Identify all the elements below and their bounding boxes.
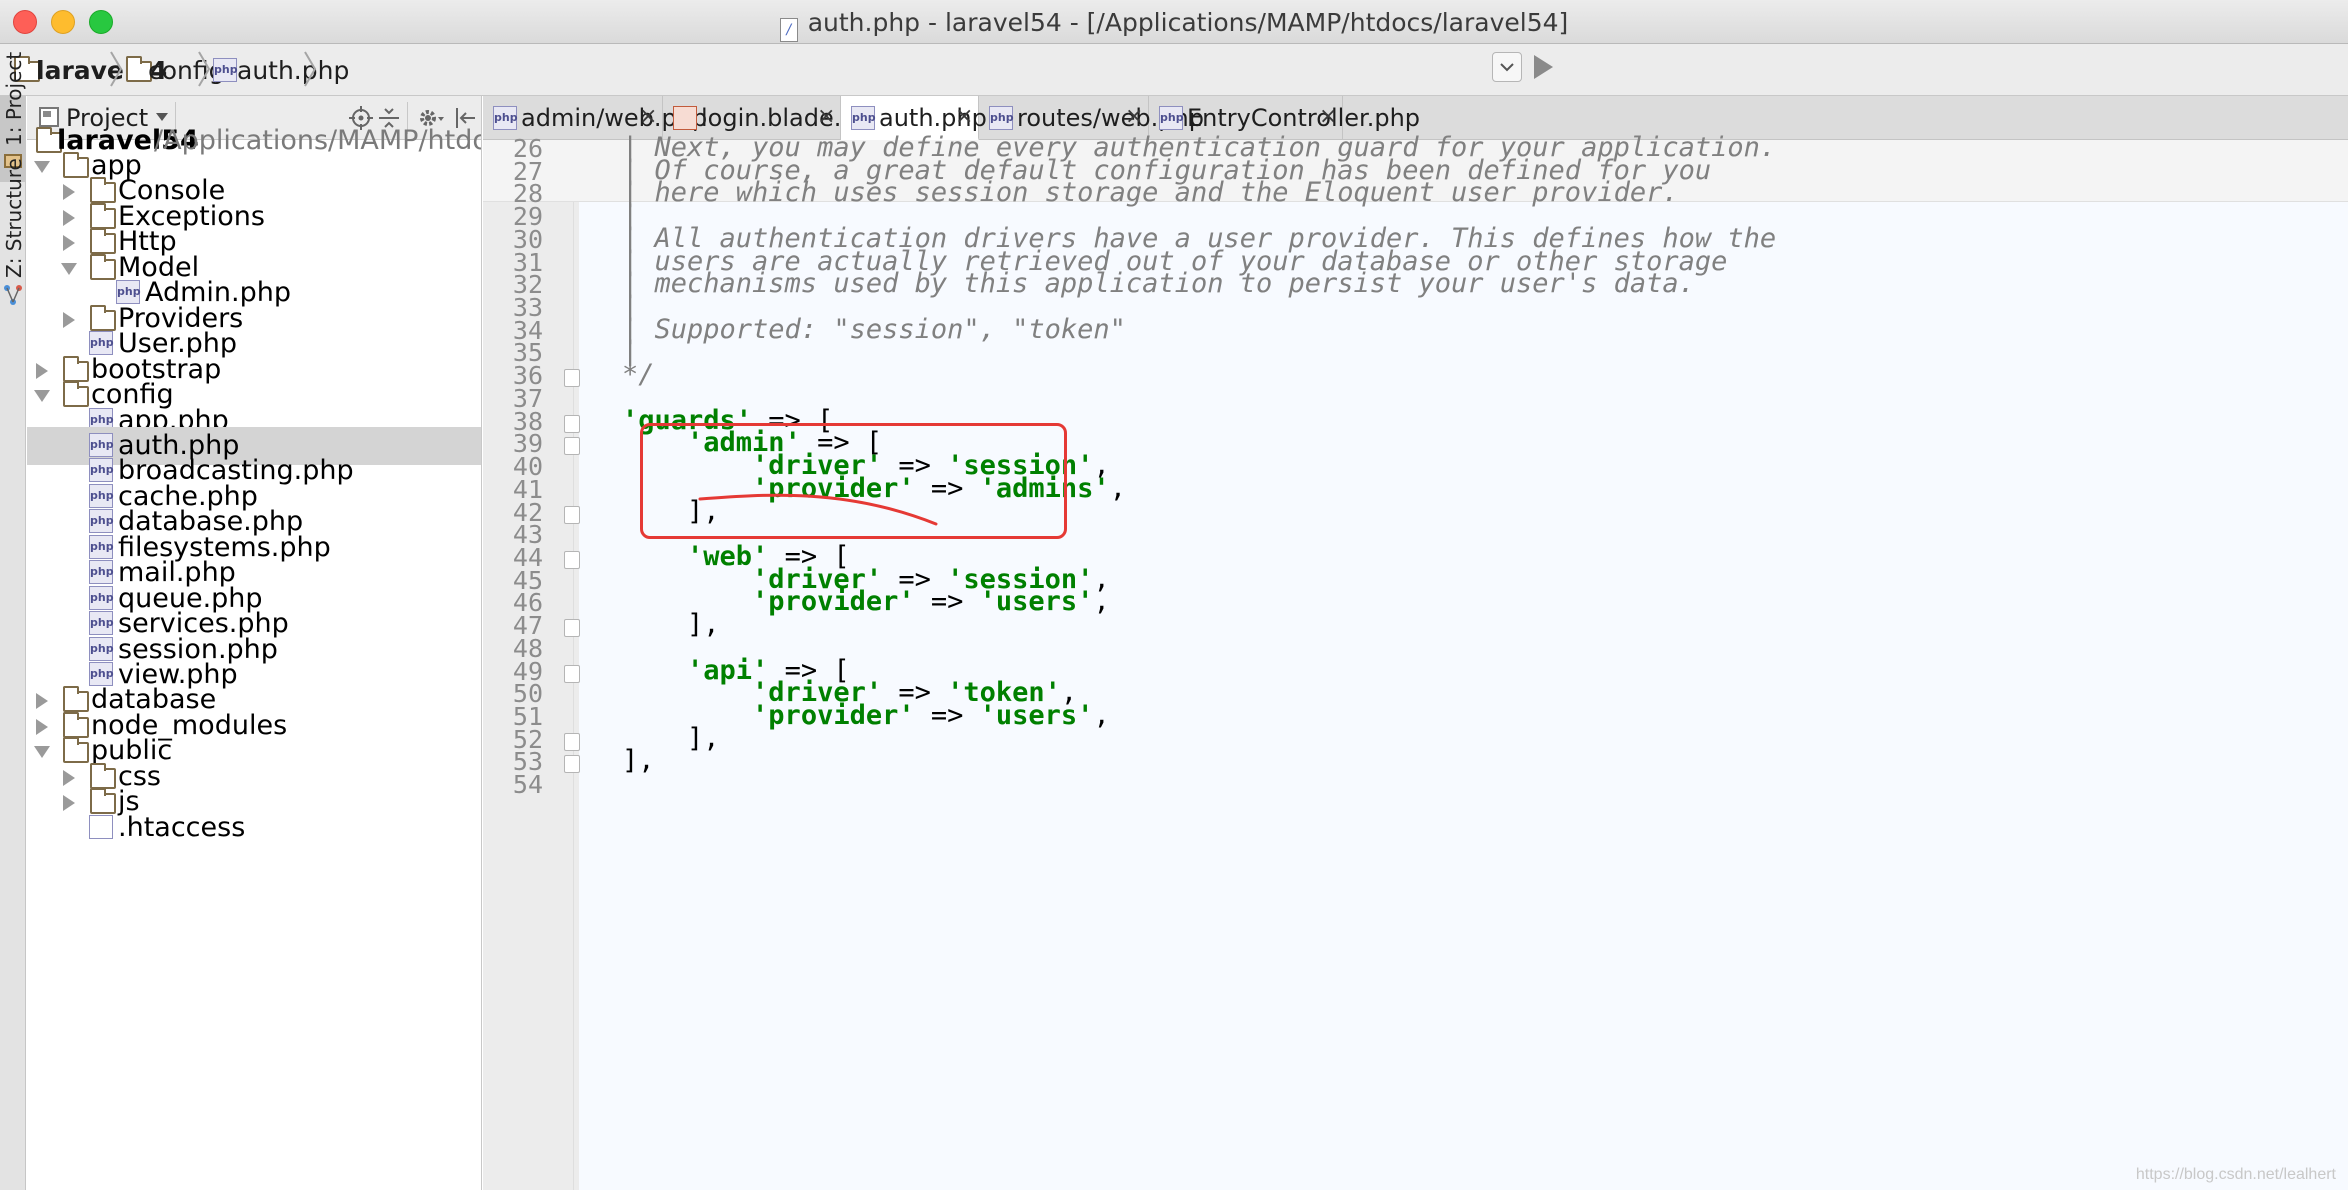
file-icon: / (779, 18, 798, 42)
close-tab-icon[interactable]: × (955, 104, 973, 129)
expanded-arrow-icon[interactable] (34, 161, 50, 173)
code-line: | mechanisms used by this application to… (622, 268, 1695, 299)
string-token: 'users' (979, 586, 1094, 618)
code-line: */ (622, 359, 655, 390)
breadcrumb-separator-icon (198, 51, 211, 87)
code-line: ], (622, 745, 655, 776)
comment-token: | Supported: "session", "token" (622, 313, 1126, 345)
blade-file-icon (673, 106, 697, 130)
code-token: , (1109, 472, 1126, 504)
project-panel: Project laravel54/Applications/MAMP/htdo… (27, 96, 482, 1190)
tree-item-label: .htaccess (118, 811, 246, 843)
underline-annotation (698, 493, 938, 526)
breadcrumb-separator-icon (110, 51, 123, 87)
code-token: , (1093, 586, 1110, 618)
tool-window-strip: 1: Project Z: Structure (0, 52, 26, 1190)
string-token: 'provider' (752, 700, 915, 731)
file-icon (89, 814, 113, 839)
tab-project-label: 1: Project (2, 51, 26, 146)
line-number: 54 (512, 770, 543, 800)
window-titlebar: / auth.php - laravel54 - [/Applications/M… (0, 0, 2348, 44)
chevron-down-icon[interactable] (155, 112, 169, 122)
code-line: | here which uses session storage and th… (622, 177, 1679, 208)
close-tab-icon[interactable]: × (1319, 104, 1337, 129)
tab-structure-label: Z: Structure (2, 158, 26, 278)
fold-end-icon[interactable] (564, 755, 580, 774)
string-token: 'users' (979, 700, 1094, 731)
window-title: / auth.php - laravel54 - [/Applications/M… (0, 8, 2348, 42)
close-tab-icon[interactable]: × (817, 104, 835, 129)
code-token: => (914, 586, 980, 618)
comment-token: | mechanisms used by this application to… (622, 268, 1695, 300)
string-token: 'provider' (752, 586, 915, 618)
fold-start-icon[interactable] (564, 437, 580, 456)
code-line: ], (622, 609, 720, 640)
php-file-icon: php (213, 58, 238, 82)
run-config-dropdown[interactable] (1492, 52, 1522, 82)
fold-end-icon[interactable] (564, 369, 580, 388)
code-token: , (1093, 700, 1110, 731)
fold-start-icon[interactable] (564, 550, 580, 569)
comment-token: | here which uses session storage and th… (622, 177, 1679, 209)
tree-item-htaccess[interactable]: .htaccess (27, 809, 481, 847)
php-file-icon: php (1159, 106, 1184, 130)
tab-label: EntryController.php (1187, 104, 1421, 132)
close-tab-icon[interactable]: × (639, 104, 657, 129)
expanded-arrow-icon[interactable] (34, 746, 50, 759)
code-token: ], (622, 745, 655, 777)
php-file-icon: php (989, 106, 1014, 130)
breadcrumb-separator-icon (304, 51, 317, 87)
breadcrumb-auth-php[interactable]: auth.php (237, 56, 349, 85)
fold-end-icon[interactable] (564, 732, 580, 751)
close-tab-icon[interactable]: × (1125, 104, 1143, 129)
fold-start-icon[interactable] (564, 414, 580, 433)
fold-end-icon[interactable] (564, 505, 580, 524)
watermark: https://blog.csdn.net/lealhert (2135, 1166, 2336, 1183)
structure-icon (4, 285, 22, 305)
php-file-icon: php (851, 106, 876, 130)
fold-start-icon[interactable] (564, 664, 580, 683)
chevron-down-icon (1500, 63, 1514, 72)
php-file-icon: php (493, 106, 518, 130)
comment-token: */ (622, 359, 655, 391)
code-line: | Supported: "session", "token" (622, 314, 1126, 345)
fold-end-icon[interactable] (564, 619, 580, 638)
expanded-arrow-icon[interactable] (61, 262, 77, 275)
expanded-arrow-icon[interactable] (34, 390, 50, 403)
navigation-bar: laravel54 config php auth.php (0, 44, 2348, 96)
gutter-divider (573, 202, 574, 1190)
code-token: => (914, 700, 980, 731)
run-icon[interactable] (1532, 54, 1554, 80)
code-token: ], (622, 609, 720, 641)
